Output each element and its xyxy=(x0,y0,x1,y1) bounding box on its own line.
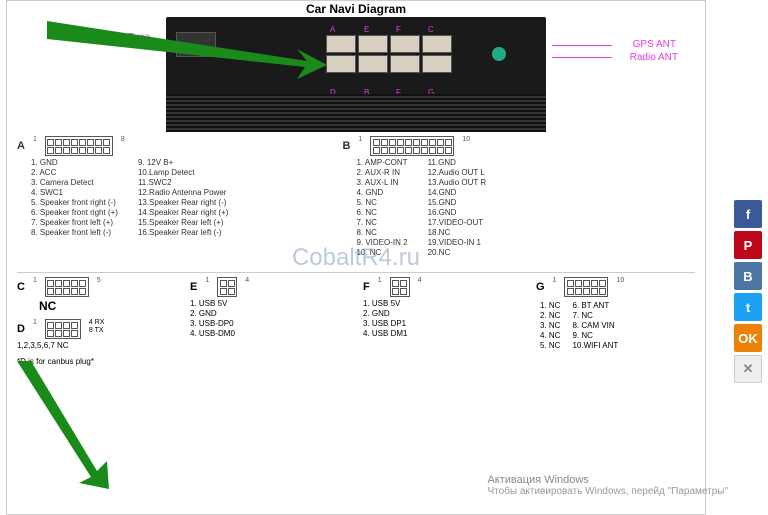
port-label-g: G xyxy=(428,88,434,97)
connector-a xyxy=(45,136,113,156)
connector-c xyxy=(45,277,89,297)
connector-d xyxy=(45,319,81,339)
radio-line xyxy=(552,57,612,58)
bottom-connectors: C 1 5 NC D 1 4 RX 8 TX xyxy=(7,277,705,357)
conn-a-pins: 1. GND2. ACC3. Camera Detect4. SWC15. Sp… xyxy=(31,158,342,238)
port-cluster: A E F C D B F G xyxy=(326,35,476,85)
conn-c-label: C xyxy=(17,277,25,293)
close-icon[interactable]: ✕ xyxy=(734,355,762,383)
conn-f-label: F xyxy=(363,277,370,293)
port-label-f: F xyxy=(396,25,401,34)
connector-b xyxy=(370,136,454,156)
port-label-c: C xyxy=(428,25,434,34)
odnoklassniki-icon[interactable]: OK xyxy=(734,324,762,352)
twitter-icon[interactable]: t xyxy=(734,293,762,321)
windows-activation-notice: Активация Windows Чтобы активировать Win… xyxy=(487,474,728,497)
port-label-b: B xyxy=(364,88,369,97)
port-label-e: E xyxy=(364,25,369,34)
fuse-label: Fuse xyxy=(128,32,150,43)
conn-g-label: G xyxy=(536,277,545,293)
port-label-a: A xyxy=(330,25,335,34)
device-rear-panel: Fuse A E F C D B F G GPS ANT Radio ANT xyxy=(166,17,546,132)
diagram-container: Car Navi Diagram Fuse A E F C D B F G GP… xyxy=(6,0,706,515)
conn-d-label: D xyxy=(17,319,25,335)
vk-icon[interactable]: B xyxy=(734,262,762,290)
conn-b-pins: 1. AMP-CONT2. AUX-R IN3. AUX-L IN4. GND5… xyxy=(356,158,695,258)
facebook-icon[interactable]: f xyxy=(734,200,762,228)
conn-c-nc: NC xyxy=(39,299,176,313)
green-indicator xyxy=(492,47,506,61)
pinout-section: A 1 8 1. GND2. ACC3. Camera Detect4. SWC… xyxy=(7,132,705,268)
fuse-box xyxy=(176,32,216,57)
social-sidebar: f P B t OK ✕ xyxy=(734,200,764,386)
connector-e xyxy=(217,277,237,297)
connector-g xyxy=(564,277,608,297)
conn-b-label: B xyxy=(342,136,350,152)
port-label-d: D xyxy=(330,88,336,97)
diagram-title: Car Navi Diagram xyxy=(7,1,705,17)
conn-e-label: E xyxy=(190,277,197,293)
pinterest-icon[interactable]: P xyxy=(734,231,762,259)
radio-ant-label: Radio ANT xyxy=(630,52,678,63)
gps-ant-label: GPS ANT xyxy=(633,39,676,50)
port-label-f2: F xyxy=(396,88,401,97)
canbus-note: *D is for canbus plug* xyxy=(17,357,705,366)
connector-f xyxy=(390,277,410,297)
gps-line xyxy=(552,45,612,46)
conn-a-label: A xyxy=(17,136,25,152)
arrow-bottom xyxy=(0,361,117,491)
